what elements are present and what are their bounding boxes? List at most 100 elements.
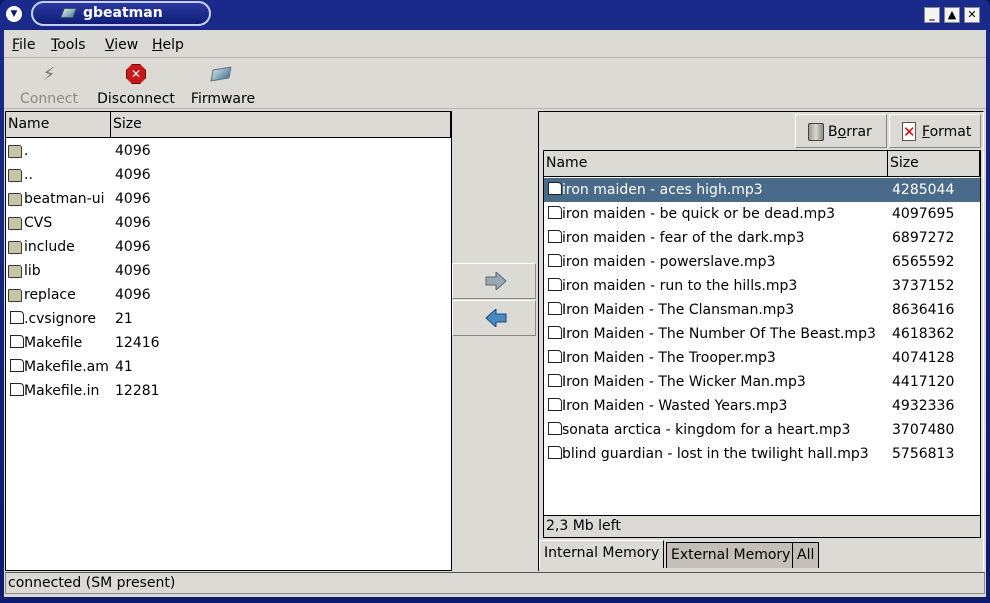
file-size: 4096	[115, 263, 151, 279]
track-size: 4932336	[892, 398, 955, 414]
firmware-chip-icon	[210, 64, 234, 86]
list-item[interactable]: iron maiden - fear of the dark.mp3 689727…	[544, 226, 980, 250]
device-file-list[interactable]: Name Size iron maiden - aces high.mp3 428…	[543, 150, 981, 516]
track-size: 4285044	[892, 182, 955, 198]
format-button[interactable]: ✕ Format	[889, 114, 981, 148]
connect-button[interactable]: ⚡ Connect	[14, 61, 84, 107]
file-name: .	[24, 143, 29, 159]
device-panel: Borrar ✕ Format Name Size iron maiden - …	[538, 111, 984, 571]
column-header-size[interactable]: Size	[111, 112, 451, 138]
list-item[interactable]: sonata arctica - kingdom for a heart.mp3…	[544, 418, 980, 442]
track-size: 6897272	[892, 230, 955, 246]
file-icon	[10, 311, 24, 324]
upload-button[interactable]	[452, 263, 536, 299]
list-item[interactable]: Iron Maiden - The Wicker Man.mp3 4417120	[544, 370, 980, 394]
file-icon	[548, 230, 562, 243]
local-file-list[interactable]: Name Size . 4096.. 4096 beatman-ui 4096 CVS 40…	[5, 111, 452, 571]
list-item[interactable]: lib 4096	[6, 259, 451, 283]
track-name: iron maiden - run to the hills.mp3	[562, 278, 798, 294]
folder-icon	[8, 145, 22, 158]
window-title-text: gbeatman	[83, 5, 163, 21]
file-icon	[548, 278, 562, 291]
track-size: 6565592	[892, 254, 955, 270]
toolbar: ⚡ Connect ✕ Disconnect Firmware	[4, 59, 986, 109]
download-button[interactable]	[452, 300, 536, 336]
file-name: lib	[24, 263, 41, 279]
track-name: Iron Maiden - The Wicker Man.mp3	[562, 374, 806, 390]
file-icon	[548, 302, 562, 315]
tab-internal-memory[interactable]: Internal Memory	[539, 540, 665, 568]
disconnect-label: Disconnect	[97, 91, 175, 107]
list-item[interactable]: include 4096	[6, 235, 451, 259]
menu-tools[interactable]: Tools	[51, 37, 86, 53]
list-item[interactable]: Iron Maiden - The Clansman.mp3 8636416	[544, 298, 980, 322]
file-icon	[548, 446, 562, 459]
disconnect-button[interactable]: ✕ Disconnect	[94, 61, 178, 107]
list-item[interactable]: .. 4096	[6, 163, 451, 187]
track-size: 3707480	[892, 422, 955, 438]
list-item[interactable]: blind guardian - lost in the twilight ha…	[544, 442, 980, 466]
list-item[interactable]: iron maiden - run to the hills.mp3 373715…	[544, 274, 980, 298]
plug-icon: ⚡	[42, 64, 56, 85]
list-item[interactable]: Iron Maiden - Wasted Years.mp3 4932336	[544, 394, 980, 418]
file-name: beatman-ui	[24, 191, 105, 207]
titlebar: ▼ gbeatman _ ▲ ✕	[0, 0, 990, 28]
list-item[interactable]: .cvsignore 21	[6, 307, 451, 331]
track-size: 8636416	[892, 302, 955, 318]
menu-view[interactable]: View	[105, 37, 138, 53]
trash-icon	[808, 123, 824, 141]
file-size: 4096	[115, 191, 151, 207]
tab-all[interactable]: All	[792, 542, 820, 568]
track-name: iron maiden - fear of the dark.mp3	[562, 230, 805, 246]
list-item[interactable]: iron maiden - aces high.mp3 4285044	[544, 178, 980, 202]
device-column-header-name[interactable]: Name	[544, 151, 888, 177]
list-item[interactable]: CVS 4096	[6, 211, 451, 235]
maximize-button[interactable]: ▲	[944, 7, 960, 23]
list-item[interactable]: Iron Maiden - The Trooper.mp3 4074128	[544, 346, 980, 370]
status-bar: connected (SM present)	[5, 572, 985, 594]
folder-icon	[8, 169, 22, 182]
file-size: 21	[115, 311, 133, 327]
file-name: .cvsignore	[24, 311, 97, 327]
folder-icon	[8, 241, 22, 254]
window-menu-button[interactable]: ▼	[6, 6, 22, 22]
list-item[interactable]: . 4096	[6, 139, 451, 163]
device-column-header-size[interactable]: Size	[888, 151, 980, 177]
track-name: iron maiden - powerslave.mp3	[562, 254, 776, 270]
list-item[interactable]: Iron Maiden - The Number Of The Beast.mp…	[544, 322, 980, 346]
list-item[interactable]: Makefile.am 41	[6, 355, 451, 379]
file-size: 4096	[115, 143, 151, 159]
list-item[interactable]: beatman-ui 4096	[6, 187, 451, 211]
track-size: 5756813	[892, 446, 955, 462]
app-icon	[60, 8, 77, 18]
window-title: gbeatman	[31, 1, 211, 26]
list-item[interactable]: iron maiden - powerslave.mp3 6565592	[544, 250, 980, 274]
file-name: replace	[24, 287, 76, 303]
track-size: 4618362	[892, 326, 955, 342]
file-name: Makefile.in	[24, 383, 100, 399]
track-name: Iron Maiden - The Clansman.mp3	[562, 302, 795, 318]
menubar: File Tools View Help	[4, 30, 986, 58]
tab-external-memory[interactable]: External Memory	[666, 542, 796, 568]
file-icon	[548, 182, 562, 195]
file-size: 12416	[115, 335, 160, 351]
menu-help[interactable]: Help	[152, 37, 184, 53]
close-button[interactable]: ✕	[964, 7, 980, 23]
track-name: Iron Maiden - The Number Of The Beast.mp…	[562, 326, 876, 342]
list-item[interactable]: Makefile.in 12281	[6, 379, 451, 403]
list-item[interactable]: iron maiden - be quick or be dead.mp3 409…	[544, 202, 980, 226]
menu-file[interactable]: File	[12, 37, 35, 53]
client-area: File Tools View Help ⚡ Connect ✕ Disconn…	[4, 30, 986, 597]
folder-icon	[8, 265, 22, 278]
list-item[interactable]: replace 4096	[6, 283, 451, 307]
file-icon	[548, 350, 562, 363]
file-icon	[10, 335, 24, 348]
column-header-name[interactable]: Name	[6, 112, 111, 138]
firmware-button[interactable]: Firmware	[188, 61, 258, 107]
delete-button[interactable]: Borrar	[795, 114, 887, 148]
file-size: 4096	[115, 215, 151, 231]
file-name: include	[24, 239, 75, 255]
minimize-button[interactable]: _	[924, 7, 940, 23]
app-window: ▼ gbeatman _ ▲ ✕ File Tools View Help ⚡ …	[0, 0, 990, 603]
list-item[interactable]: Makefile 12416	[6, 331, 451, 355]
